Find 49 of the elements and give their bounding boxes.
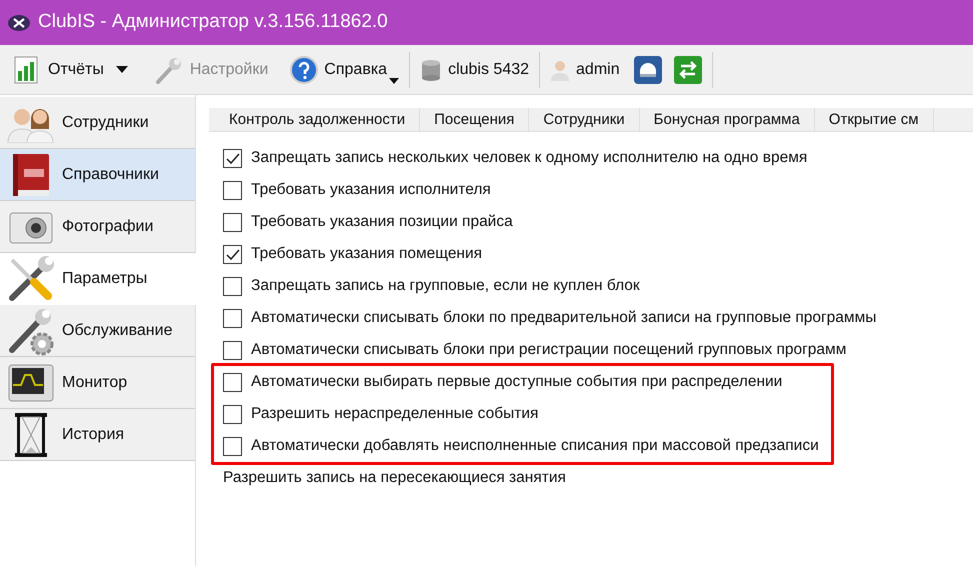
checkbox-label: Требовать указания исполнителя <box>251 180 491 200</box>
sidebar-item[interactable]: Фотографии <box>0 201 195 253</box>
checkbox-label: Автоматически списывать блоки по предварительной записи на групповые программы <box>251 308 876 328</box>
checkbox-label: Запрещать запись на групповые, если не куплен блок <box>251 276 640 296</box>
sidebar-item[interactable]: Сотрудники <box>0 97 195 149</box>
tools-icon <box>6 254 56 304</box>
sidebar-item[interactable]: Обслуживание <box>0 305 195 357</box>
sidebar-item[interactable]: История <box>0 409 195 461</box>
swap-arrows-icon <box>678 60 698 78</box>
checkbox-label: Автоматически выбирать первые доступные события при распределении <box>251 372 782 392</box>
checkbox-label: Требовать указания помещения <box>251 244 482 264</box>
toolbar-button[interactable]: Отчёты <box>8 50 108 90</box>
option-label: Разрешить запись на пересекающиеся занятия <box>223 468 566 488</box>
switch-user-button[interactable] <box>674 56 702 84</box>
checkbox-label: Разрешить нераспределенные события <box>251 404 538 424</box>
checkbox[interactable] <box>223 212 242 232</box>
tab[interactable]: Посещения <box>420 108 530 131</box>
sidebar-item[interactable]: Справочники <box>0 149 195 201</box>
tab[interactable]: Открытие см <box>814 108 934 131</box>
checkbox-label: Запрещать запись нескольких человек к одному исполнителю на одно время <box>251 148 808 168</box>
checkbox-label: Автоматически добавлять неисполненные списания при массовой предзаписи <box>251 436 819 456</box>
monitor-icon <box>8 362 54 402</box>
caret-icon <box>389 78 400 84</box>
tab[interactable]: Сотрудники <box>529 108 640 131</box>
checkbox[interactable] <box>223 276 242 296</box>
checkbox[interactable] <box>223 372 242 392</box>
toolbar-button[interactable]: Справка <box>286 50 404 90</box>
window-title: ClubIS - Администратор v.3.156.11862.0 <box>38 10 388 34</box>
checkbox[interactable] <box>223 308 242 328</box>
checkbox-label: Требовать указания позиции прайса <box>251 212 513 232</box>
checkbox[interactable] <box>223 148 242 168</box>
tab[interactable]: Контроль задолженности <box>215 108 420 131</box>
checkbox[interactable] <box>223 244 242 264</box>
tools-icon <box>8 14 30 30</box>
lock-icon <box>638 60 658 78</box>
checkbox-label: Автоматически списывать блоки при регистрации посещений групповых программ <box>251 340 846 360</box>
hourglass-icon <box>13 412 49 458</box>
checkbox[interactable] <box>223 404 242 424</box>
database-button[interactable]: clubis 5432 <box>416 50 534 90</box>
checkbox[interactable] <box>223 180 242 200</box>
checkbox[interactable] <box>223 436 242 456</box>
lock-button[interactable] <box>634 56 662 84</box>
caret-icon <box>116 66 128 73</box>
user-button[interactable]: admin <box>546 50 624 90</box>
checkbox[interactable] <box>223 340 242 360</box>
database-icon <box>420 58 442 80</box>
sidebar-item[interactable]: Монитор <box>0 357 195 409</box>
tab[interactable]: Бонусная программа <box>640 108 815 131</box>
help-icon <box>290 56 318 84</box>
